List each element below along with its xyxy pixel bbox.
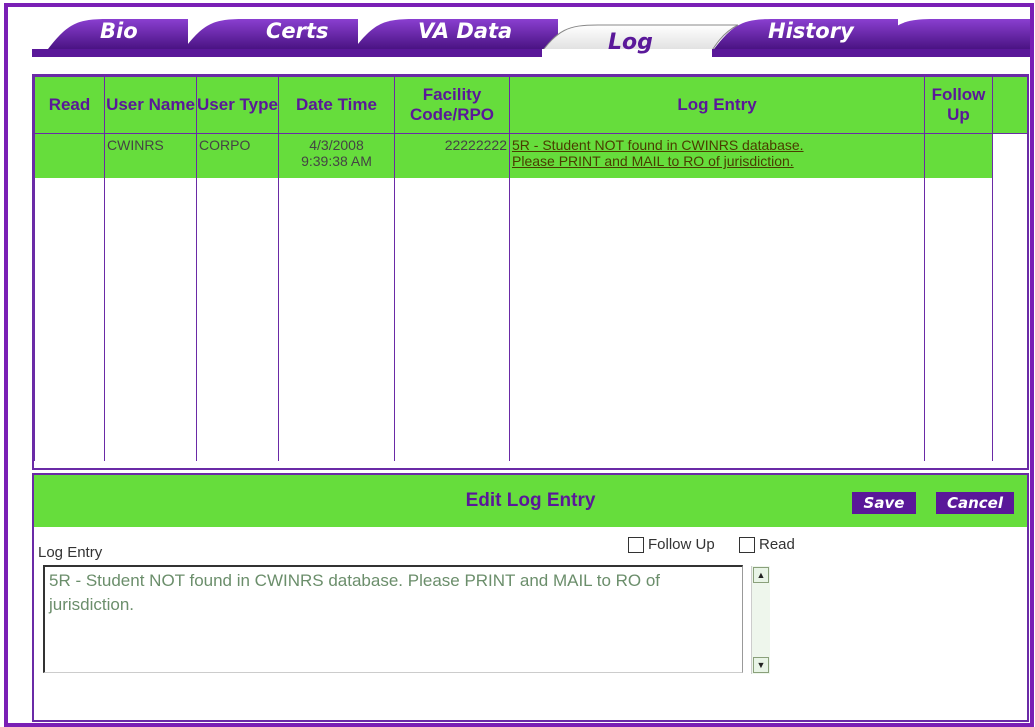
tab-bar-background [8, 7, 1030, 63]
col-header-user-name[interactable]: User Name [104, 76, 197, 134]
cell-time: 9:39:38 AM [301, 153, 372, 169]
tab-log[interactable]: Log [608, 30, 653, 55]
log-entry-textarea[interactable]: 5R - Student NOT found in CWINRS databas… [43, 565, 743, 673]
main-frame: Bio Certs VA Data Log History Read User … [4, 3, 1034, 727]
filler-cell [992, 178, 1028, 461]
edit-log-panel: Edit Log Entry Save Cancel Log Entry Fol… [32, 473, 1029, 722]
tab-bio[interactable]: Bio [100, 19, 138, 43]
save-button[interactable]: Save [852, 492, 916, 514]
col-header-blank [992, 76, 1028, 134]
scroll-up-icon[interactable]: ▲ [753, 567, 769, 583]
filler-cell [196, 178, 279, 461]
col-header-follow-up[interactable]: Follow Up [924, 76, 993, 134]
col-header-read[interactable]: Read [34, 76, 105, 134]
read-label: Read [759, 536, 795, 553]
tab-history[interactable]: History [768, 19, 854, 43]
filler-cell [278, 178, 395, 461]
cell-facility: 22222222 [394, 133, 510, 178]
cell-date: 4/3/2008 [309, 137, 364, 153]
scroll-down-icon[interactable]: ▼ [753, 657, 769, 673]
follow-up-checkbox[interactable] [628, 537, 644, 553]
cell-log-entry: 5R - Student NOT found in CWINRS databas… [509, 133, 925, 178]
col-header-facility[interactable]: Facility Code/RPO [394, 76, 510, 134]
log-grid: Read User Name User Type Date Time Facil… [32, 74, 1029, 470]
filler-cell [34, 178, 105, 461]
read-checkbox[interactable] [739, 537, 755, 553]
filler-cell [924, 178, 993, 461]
col-header-date-time[interactable]: Date Time [278, 76, 395, 134]
textarea-scrollbar[interactable]: ▲ ▼ [751, 566, 770, 674]
edit-panel-header: Edit Log Entry Save Cancel [34, 475, 1027, 527]
cancel-button[interactable]: Cancel [936, 492, 1014, 514]
log-table: Read User Name User Type Date Time Facil… [34, 76, 1028, 461]
cell-read [34, 133, 105, 178]
col-header-log-entry[interactable]: Log Entry [509, 76, 925, 134]
cell-follow-up [924, 133, 993, 178]
follow-up-label: Follow Up [648, 536, 715, 553]
empty-row [34, 178, 1028, 461]
log-entry-link-line1[interactable]: 5R - Student NOT found in CWINRS databas… [512, 137, 922, 153]
col-header-user-type[interactable]: User Type [196, 76, 279, 134]
log-entry-link-line2[interactable]: Please PRINT and MAIL to RO of jurisdict… [512, 153, 922, 169]
filler-cell [509, 178, 925, 461]
cell-date-time: 4/3/2008 9:39:38 AM [278, 133, 395, 178]
filler-cell [104, 178, 197, 461]
filler-cell [394, 178, 510, 461]
tab-certs[interactable]: Certs [266, 19, 329, 43]
tab-va-data[interactable]: VA Data [418, 19, 512, 43]
table-header-row: Read User Name User Type Date Time Facil… [34, 76, 1028, 134]
tab-bar: Bio Certs VA Data Log History [8, 7, 1030, 63]
cell-user-type: CORPO [196, 133, 279, 178]
cell-blank [992, 133, 1028, 178]
log-entry-label: Log Entry [38, 544, 103, 561]
cell-user-name: CWINRS [104, 133, 197, 178]
table-row[interactable]: CWINRS CORPO 4/3/2008 9:39:38 AM 2222222… [34, 133, 1028, 178]
